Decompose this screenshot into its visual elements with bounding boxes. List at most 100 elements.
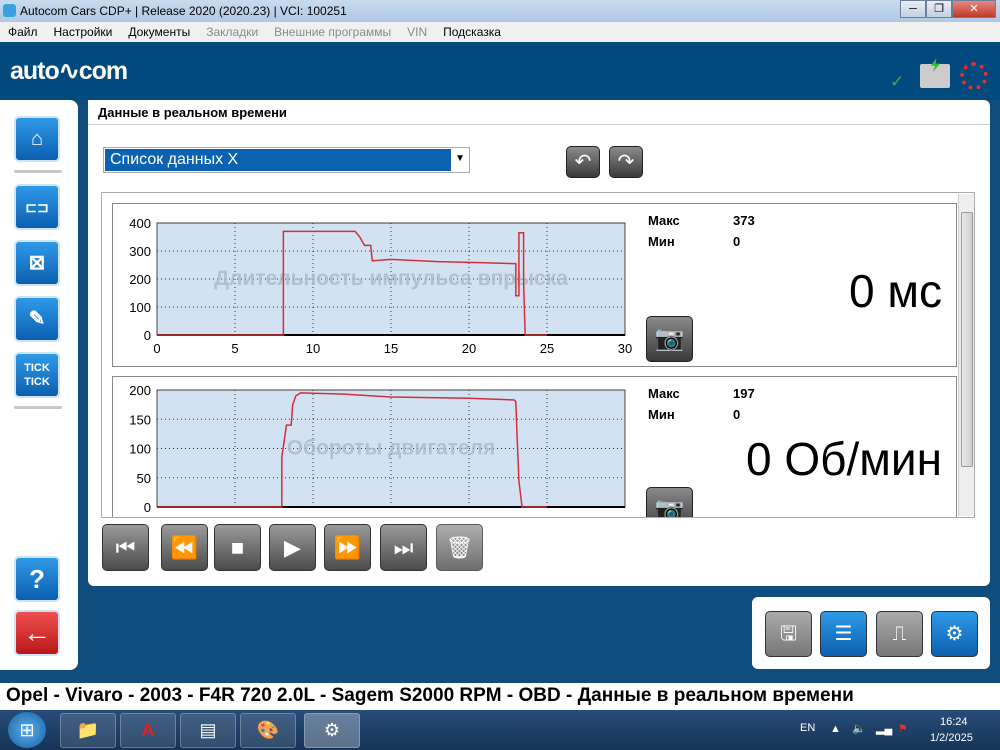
panel-engine-rpm: 0 50 100 150 200 Обороты двигателя Макс 197 М… [112,376,957,517]
divider [14,406,62,409]
menu-settings[interactable]: Настройки [46,25,121,39]
y-tick-label: 200 [129,272,151,287]
language-indicator[interactable]: EN [800,722,815,734]
play-button[interactable]: ▶ [269,524,316,571]
min-label: Мин [648,234,675,249]
y-tick-label: 400 [129,216,151,231]
y-tick-label: 100 [129,300,151,315]
data-panels: 0 5 10 15 20 25 30 0 100 200 300 400 Длительность им… [101,192,975,518]
network-icon[interactable]: ▂▄ [876,722,892,735]
restore-button[interactable]: ❐ [926,0,952,18]
menu-documents[interactable]: Документы [120,25,198,39]
ecu-button[interactable]: ⚙ [931,611,978,657]
y-tick-label: 200 [129,383,151,398]
x-tick-label: 5 [231,341,238,356]
data-list-dropdown[interactable]: Список данных X ▼ [103,147,470,173]
y-tick-label: 50 [137,471,151,486]
max-label: Макс [648,213,680,228]
menu-file[interactable]: Файл [0,25,46,39]
report-button[interactable]: ✎ [14,296,60,342]
title-bar: Autocom Cars CDP+ | Release 2020 (2020.2… [0,0,1000,22]
oscilloscope-button[interactable]: ⎍ [876,611,923,657]
min-value: 0 [733,234,741,249]
redo-button[interactable]: ↷ [609,146,643,178]
undo-button[interactable]: ↶ [566,146,600,178]
taskbar-acrobat[interactable]: A [120,713,176,748]
camera-icon: 📷 [654,325,685,352]
current-value: 0 мс [849,265,942,317]
vertical-scrollbar[interactable] [958,194,974,516]
chart-title: Обороты двигателя [287,437,495,460]
chart-engine-rpm: 0 50 100 150 200 Обороты двигателя [129,383,626,515]
skip-end-button[interactable]: ⏭ [380,524,427,571]
tab-realtime-data[interactable]: Данные в реальном времени [88,100,328,124]
panel-injection-pulse: 0 5 10 15 20 25 30 0 100 200 300 400 Длительность им… [112,203,957,367]
loading-spinner-icon [960,62,988,90]
chevron-down-icon: ▼ [455,153,465,164]
taskbar-explorer[interactable]: 📁 [60,713,116,748]
start-button[interactable]: ⊞ [8,712,46,748]
minimize-button[interactable]: ─ [900,0,926,18]
taskbar: ⊞ 📁 A ▤ 🎨 ⚙ EN ▲ 🔈 ▂▄ ⚑ 16:24 1/2/2025 [0,710,1000,750]
y-tick-label: 0 [144,500,151,515]
current-value: 0 Об/мин [746,433,942,485]
stop-button[interactable]: ■ [214,524,261,571]
min-value: 0 [733,407,741,422]
app-header [0,42,1000,100]
divider [14,170,62,173]
taskbar-paint[interactable]: 🎨 [240,713,296,748]
clock-date[interactable]: 1/2/2025 [930,732,973,744]
y-tick-label: 300 [129,244,151,259]
window-title: Autocom Cars CDP+ | Release 2020 (2020.2… [20,4,347,18]
min-label: Мин [648,407,675,422]
help-button[interactable]: ? [14,556,60,602]
action-center-icon[interactable]: ⚑ [898,722,908,735]
max-value: 197 [733,386,755,401]
back-button[interactable]: ← [14,610,60,656]
x-tick-label: 25 [540,341,554,356]
menu-bar: Файл Настройки Документы Закладки Внешни… [0,22,1000,42]
y-tick-label: 150 [129,412,151,427]
delete-button[interactable]: 🗑 [436,524,483,571]
check-icon: ✓ [890,72,905,91]
y-tick-label: 100 [129,442,151,457]
data-list-button[interactable]: ☰ [820,611,867,657]
taskbar-notepad[interactable]: ▤ [180,713,236,748]
app-icon [3,4,16,17]
clock-time[interactable]: 16:24 [940,716,968,728]
sidebar: ⌂ ⊏⊐ ⊠ ✎ TICK TICK ? ← [0,100,78,670]
x-tick-label: 30 [618,341,632,356]
taskbar-autocom[interactable]: ⚙ [304,713,360,748]
menu-vin: VIN [407,25,428,39]
x-tick-label: 10 [306,341,320,356]
engine-button[interactable]: ⊏⊐ [14,184,60,230]
divider [88,124,990,125]
snapshot-button[interactable]: 📷 [646,487,693,517]
max-label: Макс [648,386,680,401]
menu-bookmarks: Закладки [206,25,259,39]
volume-icon[interactable]: 🔈 [852,722,866,735]
vehicle-status-bar: Opel - Vivaro - 2003 - F4R 720 2.0L - Sa… [0,683,1000,710]
chart-injection-pulse: 0 5 10 15 20 25 300100200300400Длительность им… [129,216,632,356]
save-report-button[interactable]: 🖫 [765,611,812,657]
battery-icon [920,58,950,88]
rewind-button[interactable]: ⏪ [161,524,208,571]
max-value: 373 [733,213,755,228]
engine-off-button[interactable]: ⊠ [14,240,60,286]
home-button[interactable]: ⌂ [14,116,60,162]
tray-expand-icon[interactable]: ▲ [830,723,841,735]
close-button[interactable]: ✕ [952,0,996,18]
snapshot-button[interactable]: 📷 [646,316,693,362]
x-tick-label: 15 [384,341,398,356]
tick-label: TICK [24,362,50,374]
dropdown-value: Список данных X [105,149,451,171]
skip-start-button[interactable]: ⏮ [102,524,149,571]
x-tick-label: 0 [153,341,160,356]
y-tick-label: 0 [144,328,151,343]
tick-button[interactable]: TICK TICK [14,352,60,398]
scrollbar-thumb[interactable] [961,212,973,467]
fast-forward-button[interactable]: ⏩ [324,524,371,571]
menu-help[interactable]: Подсказка [435,25,509,39]
tick-label: TICK [24,376,50,388]
x-tick-label: 20 [462,341,476,356]
